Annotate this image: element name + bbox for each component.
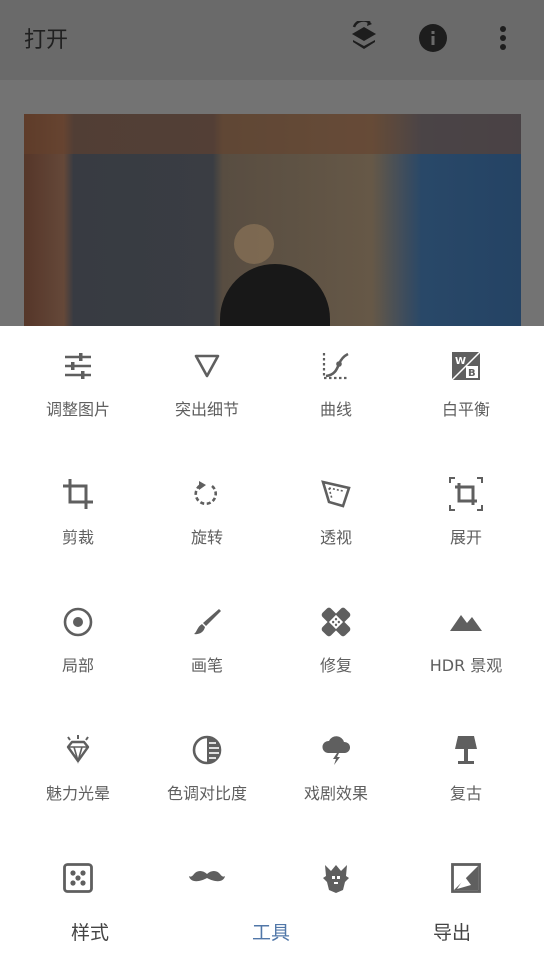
tool-label: 突出细节 xyxy=(174,400,239,419)
tool-tune-image[interactable]: 调整图片 xyxy=(10,326,146,436)
tool-label: 透视 xyxy=(319,528,352,547)
tool-label: 修复 xyxy=(319,656,352,675)
black-white-icon xyxy=(448,860,484,896)
tool-selective[interactable]: 局部 xyxy=(10,582,146,692)
tool-label: 复古 xyxy=(449,784,482,803)
grainy-film-icon xyxy=(60,860,96,896)
perspective-icon xyxy=(318,476,354,512)
rotate-icon xyxy=(189,476,225,512)
tune-sliders-icon xyxy=(60,348,96,384)
tool-rotate[interactable]: 旋转 xyxy=(139,454,275,564)
tool-perspective[interactable]: 透视 xyxy=(268,454,404,564)
tool-vintage[interactable]: 复古 xyxy=(398,710,534,820)
crop-icon xyxy=(60,476,96,512)
tool-brush[interactable]: 画笔 xyxy=(139,582,275,692)
tool-label: 画笔 xyxy=(190,656,223,675)
curves-icon xyxy=(318,348,354,384)
tool-details[interactable]: 突出细节 xyxy=(139,326,275,436)
selective-icon xyxy=(60,604,96,640)
details-triangle-icon xyxy=(189,348,225,384)
tool-label: 调整图片 xyxy=(45,400,110,419)
tonal-contrast-icon xyxy=(189,732,225,768)
tool-label: 戏剧效果 xyxy=(303,784,368,803)
tool-tonal-contrast[interactable]: 色调对比度 xyxy=(139,710,275,820)
tool-drama[interactable]: 戏剧效果 xyxy=(268,710,404,820)
tool-label: HDR 景观 xyxy=(429,656,503,675)
glamour-glow-icon xyxy=(60,732,96,768)
bottom-navigation: 样式 工具 导出 xyxy=(0,898,544,960)
tab-export[interactable]: 导出 xyxy=(433,918,471,945)
tool-label: 色调对比度 xyxy=(166,784,247,803)
svg-text:W: W xyxy=(455,356,466,367)
tab-tools[interactable]: 工具 xyxy=(252,918,290,945)
tab-styles[interactable]: 样式 xyxy=(71,918,109,945)
tool-label: 剪裁 xyxy=(61,528,94,547)
tool-hdr-scape[interactable]: HDR 景观 xyxy=(398,582,534,692)
drama-cloud-icon xyxy=(318,732,354,768)
tool-curves[interactable]: 曲线 xyxy=(268,326,404,436)
tool-white-balance[interactable]: WB 白平衡 xyxy=(398,326,534,436)
hdr-mountain-icon xyxy=(448,604,484,640)
tool-healing[interactable]: 修复 xyxy=(268,582,404,692)
tool-glamour-glow[interactable]: 魅力光晕 xyxy=(10,710,146,820)
healing-icon xyxy=(318,604,354,640)
tool-crop[interactable]: 剪裁 xyxy=(10,454,146,564)
tool-label: 曲线 xyxy=(319,400,352,419)
svg-text:B: B xyxy=(468,368,476,379)
dim-overlay xyxy=(0,0,544,326)
mustache-icon xyxy=(189,860,225,896)
white-balance-icon: WB xyxy=(448,348,484,384)
tool-label: 展开 xyxy=(449,528,482,547)
grunge-icon xyxy=(318,860,354,896)
tool-label: 白平衡 xyxy=(441,400,490,419)
tool-expand[interactable]: 展开 xyxy=(398,454,534,564)
tool-label: 魅力光晕 xyxy=(45,784,110,803)
tool-label: 局部 xyxy=(61,656,94,675)
tools-sheet: 调整图片 突出细节 曲线 WB 白平衡 剪裁 旋转 透视 展开 局部 画笔 修复… xyxy=(0,326,544,960)
tool-label: 旋转 xyxy=(190,528,223,547)
expand-icon xyxy=(448,476,484,512)
vintage-lamp-icon xyxy=(448,732,484,768)
brush-icon xyxy=(189,604,225,640)
